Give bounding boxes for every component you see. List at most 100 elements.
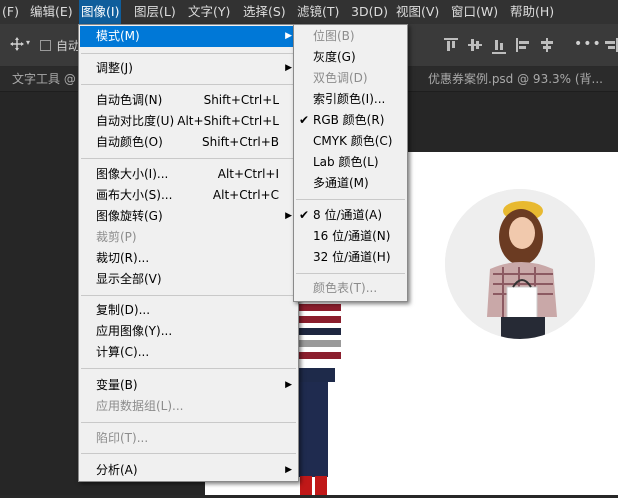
menu-item-label: 显示全部(V) bbox=[96, 272, 162, 286]
submenu-arrow-icon: ▶ bbox=[285, 63, 292, 73]
menu-item-reveal-all[interactable]: 显示全部(V) bbox=[80, 269, 297, 290]
menu-item-shortcut: Shift+Ctrl+L bbox=[203, 93, 279, 107]
menu-filter[interactable]: 滤镜(T) bbox=[295, 0, 341, 24]
menu-item-auto-color[interactable]: 自动颜色(O) Shift+Ctrl+B bbox=[80, 132, 297, 153]
menu-item-label: 位图(B) bbox=[313, 29, 355, 43]
menu-item-shortcut: Alt+Ctrl+I bbox=[217, 167, 279, 181]
menu-separator bbox=[81, 53, 296, 54]
menu-item-label: RGB 颜色(R) bbox=[313, 113, 385, 127]
menu-separator bbox=[81, 84, 296, 85]
menu-item-image-rotation[interactable]: 图像旋转(G) ▶ bbox=[80, 206, 297, 227]
menu-3d[interactable]: 3D(D) bbox=[349, 0, 390, 24]
menu-item-label: 自动色调(N) bbox=[96, 93, 163, 107]
menu-item-shortcut: Alt+Shift+Ctrl+L bbox=[177, 114, 279, 128]
menu-help[interactable]: 帮助(H) bbox=[508, 0, 556, 24]
menu-view[interactable]: 视图(V) bbox=[394, 0, 441, 24]
menu-item-label: 分析(A) bbox=[96, 463, 138, 477]
menu-item-trap: 陷印(T)... bbox=[80, 428, 297, 449]
menu-item-label: 裁剪(P) bbox=[96, 230, 137, 244]
submenu-item-16-bit[interactable]: 16 位/通道(N) bbox=[295, 226, 406, 247]
menu-window[interactable]: 窗口(W) bbox=[449, 0, 500, 24]
menu-separator bbox=[81, 422, 296, 423]
menu-edit[interactable]: 编辑(E) bbox=[28, 0, 75, 24]
menu-item-label: 图像旋转(G) bbox=[96, 209, 163, 223]
auto-select-label: 自动 bbox=[56, 39, 81, 53]
menu-item-calculations[interactable]: 计算(C)... bbox=[80, 342, 297, 363]
menu-item-adjustments[interactable]: 调整(J) ▶ bbox=[80, 58, 297, 79]
menu-item-shortcut: Alt+Ctrl+C bbox=[212, 188, 279, 202]
submenu-item-grayscale[interactable]: 灰度(G) bbox=[295, 47, 406, 68]
menu-item-variables[interactable]: 变量(B) ▶ bbox=[80, 375, 297, 396]
menu-item-shortcut: Shift+Ctrl+B bbox=[202, 135, 279, 149]
menu-bar: (F) 编辑(E) 图像(I) 图层(L) 文字(Y) 选择(S) 滤镜(T) … bbox=[0, 0, 618, 24]
menu-item-auto-contrast[interactable]: 自动对比度(U) Alt+Shift+Ctrl+L bbox=[80, 111, 297, 132]
menu-item-label: 自动颜色(O) bbox=[96, 135, 163, 149]
menu-item-label: 灰度(G) bbox=[313, 50, 356, 64]
menu-item-label: 颜色表(T)... bbox=[313, 281, 378, 295]
menu-separator bbox=[81, 368, 296, 369]
menu-layer[interactable]: 图层(L) bbox=[132, 0, 178, 24]
menu-item-label: 画布大小(S)... bbox=[96, 188, 173, 202]
menu-item-label: 图像大小(I)... bbox=[96, 167, 169, 181]
photo-boy bbox=[295, 302, 341, 495]
menu-separator bbox=[296, 273, 405, 274]
menu-item-canvas-size[interactable]: 画布大小(S)... Alt+Ctrl+C bbox=[80, 185, 297, 206]
menu-item-label: 索引颜色(I)... bbox=[313, 92, 386, 106]
menu-item-label: 双色调(D) bbox=[313, 71, 368, 85]
menu-separator bbox=[81, 295, 296, 296]
submenu-item-lab-color[interactable]: Lab 颜色(L) bbox=[295, 152, 406, 173]
tool-dropdown-icon[interactable]: ▾ bbox=[26, 38, 30, 47]
align-hcenter-icon[interactable] bbox=[540, 38, 554, 52]
align-top-icon[interactable] bbox=[444, 38, 458, 54]
submenu-item-duotone: 双色调(D) bbox=[295, 68, 406, 89]
submenu-item-cmyk-color[interactable]: CMYK 颜色(C) bbox=[295, 131, 406, 152]
menu-item-label: 8 位/通道(A) bbox=[313, 208, 383, 222]
menu-item-analysis[interactable]: 分析(A) ▶ bbox=[80, 460, 297, 481]
menu-item-label: 自动对比度(U) bbox=[96, 114, 175, 128]
align-left-icon[interactable] bbox=[516, 38, 532, 52]
move-arrows-icon[interactable] bbox=[10, 37, 24, 54]
photo-girl-circle bbox=[445, 189, 595, 339]
menu-item-image-size[interactable]: 图像大小(I)... Alt+Ctrl+I bbox=[80, 164, 297, 185]
menu-item-label: Lab 颜色(L) bbox=[313, 155, 379, 169]
auto-select-checkbox[interactable] bbox=[40, 40, 51, 51]
submenu-item-color-table: 颜色表(T)... bbox=[295, 278, 406, 299]
menu-type[interactable]: 文字(Y) bbox=[186, 0, 232, 24]
align-bottom-icon[interactable] bbox=[492, 38, 506, 54]
align-right-icon[interactable] bbox=[604, 38, 618, 52]
menu-file[interactable]: (F) bbox=[0, 0, 21, 24]
align-vcenter-icon[interactable] bbox=[468, 38, 482, 52]
menu-item-mode[interactable]: 模式(M) ▶ bbox=[80, 26, 297, 47]
more-options-icon[interactable]: ••• bbox=[574, 36, 602, 52]
menu-item-auto-tone[interactable]: 自动色调(N) Shift+Ctrl+L bbox=[80, 90, 297, 111]
submenu-item-32-bit[interactable]: 32 位/通道(H) bbox=[295, 247, 406, 268]
image-menu: 模式(M) ▶ 调整(J) ▶ 自动色调(N) Shift+Ctrl+L 自动对… bbox=[78, 24, 299, 482]
tab-coupon-psd[interactable]: 优惠券案例.psd @ 93.3% (背... bbox=[428, 67, 603, 91]
checkmark-icon: ✔ bbox=[299, 208, 310, 222]
submenu-item-multichannel[interactable]: 多通道(M) bbox=[295, 173, 406, 194]
submenu-item-rgb-color[interactable]: ✔ RGB 颜色(R) bbox=[295, 110, 406, 131]
menu-item-trim[interactable]: 裁切(R)... bbox=[80, 248, 297, 269]
menu-item-apply-data-set: 应用数据组(L)... bbox=[80, 396, 297, 417]
submenu-arrow-icon: ▶ bbox=[285, 31, 292, 41]
menu-item-label: 多通道(M) bbox=[313, 176, 369, 190]
menu-item-label: 模式(M) bbox=[96, 29, 140, 43]
menu-item-crop: 裁剪(P) bbox=[80, 227, 297, 248]
submenu-arrow-icon: ▶ bbox=[285, 211, 292, 221]
submenu-item-8-bit[interactable]: ✔ 8 位/通道(A) bbox=[295, 205, 406, 226]
menu-select[interactable]: 选择(S) bbox=[241, 0, 288, 24]
menu-item-duplicate[interactable]: 复制(D)... bbox=[80, 300, 297, 321]
menu-item-label: 应用图像(Y)... bbox=[96, 324, 173, 338]
menu-item-apply-image[interactable]: 应用图像(Y)... bbox=[80, 321, 297, 342]
menu-image[interactable]: 图像(I) bbox=[79, 0, 122, 24]
tab-text-tool[interactable]: 文字工具 @ bbox=[12, 67, 76, 91]
menu-separator bbox=[81, 453, 296, 454]
menu-item-label: 调整(J) bbox=[96, 61, 133, 75]
submenu-item-indexed-color[interactable]: 索引颜色(I)... bbox=[295, 89, 406, 110]
mode-submenu: 位图(B) 灰度(G) 双色调(D) 索引颜色(I)... ✔ RGB 颜色(R… bbox=[293, 24, 408, 302]
menu-item-label: 计算(C)... bbox=[96, 345, 150, 359]
menu-item-label: 32 位/通道(H) bbox=[313, 250, 391, 264]
submenu-item-bitmap: 位图(B) bbox=[295, 26, 406, 47]
menu-item-label: 应用数据组(L)... bbox=[96, 399, 184, 413]
align-icons bbox=[444, 38, 564, 54]
